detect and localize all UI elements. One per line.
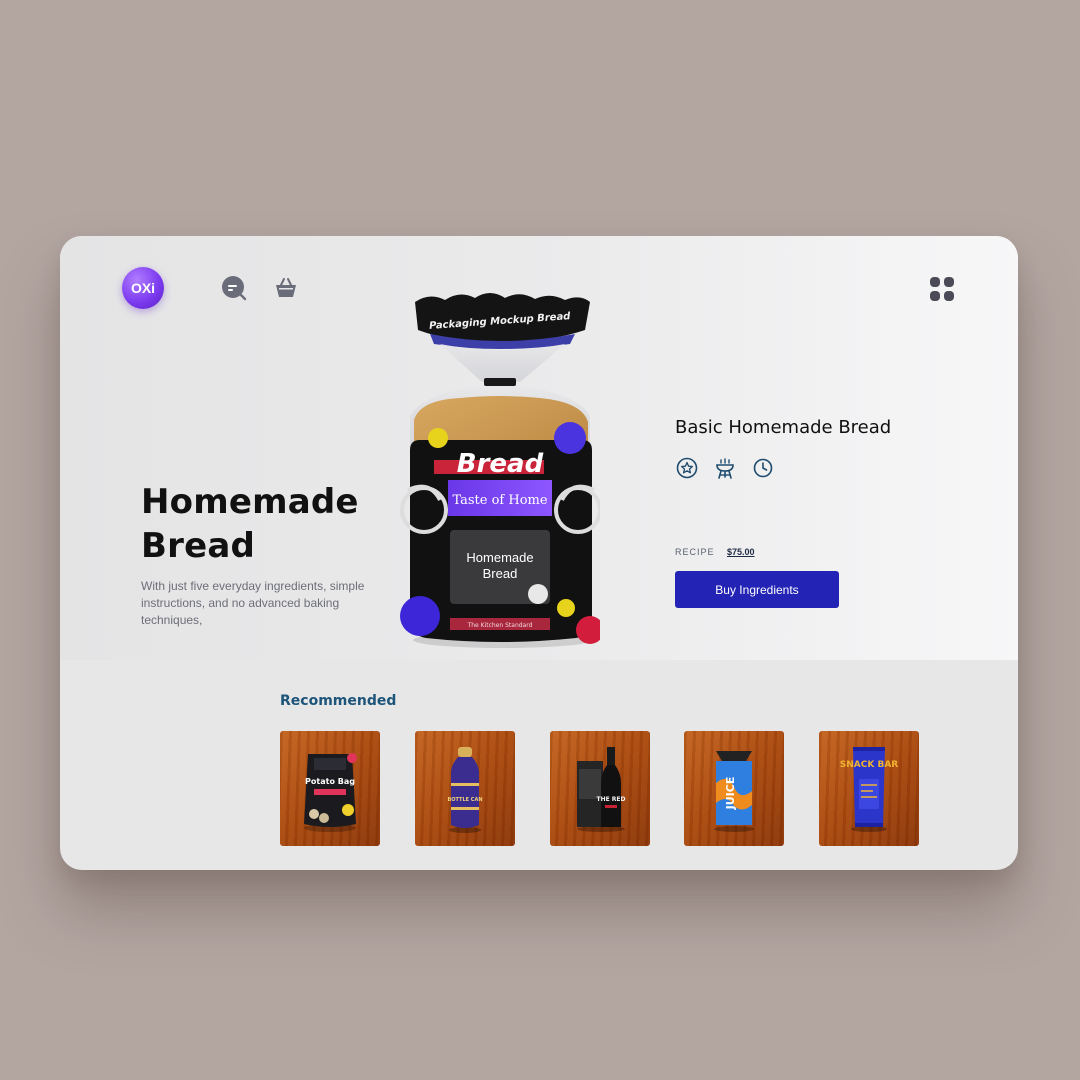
bottle-can-product-image: BOTTLE CAN: [447, 746, 483, 833]
recommended-item-potato-bag[interactable]: Potato Bag: [280, 731, 380, 846]
hero-description: With just five everyday ingredients, sim…: [141, 579, 365, 627]
logo-text: OXi: [130, 280, 156, 296]
bread-package-illustration: Packaging Mockup Bread Bread Taste of Ho…: [400, 293, 604, 648]
grid-menu-icon[interactable]: [929, 276, 955, 302]
juice-product-image: JUICE: [714, 750, 754, 832]
recommended-item-snack-bar[interactable]: SNACK BAR: [819, 731, 919, 846]
bread-package-image: Packaging Mockup Bread Bread Taste of Ho…: [400, 290, 604, 650]
juice-label: JUICE: [724, 776, 737, 810]
potato-bag-label: Potato Bag: [305, 777, 355, 786]
package-name-line2: Bread: [483, 566, 518, 581]
hero-title: Homemade Bread: [141, 480, 401, 568]
main-card: OXi Homemade Bread With just five everyd…: [60, 236, 1018, 870]
snack-bar-label: SNACK BAR: [840, 760, 899, 770]
package-brand: Bread: [457, 449, 544, 479]
bottle-can-label: BOTTLE CAN: [447, 797, 482, 803]
hero-title-line2: Bread: [141, 526, 256, 566]
the-red-label: THE RED: [596, 796, 625, 803]
the-red-product-image: THE RED: [577, 746, 626, 832]
hero-title-line1: Homemade: [141, 482, 359, 522]
recipe-label: RECIPE: [675, 547, 715, 557]
product-title: Basic Homemade Bread: [675, 417, 892, 438]
potato-bag-product-image: Potato Bag: [304, 752, 357, 832]
recommended-item-bottle-can[interactable]: BOTTLE CAN: [415, 731, 515, 846]
clock-icon[interactable]: [751, 456, 775, 480]
product-feature-icons: [675, 456, 775, 480]
grill-icon[interactable]: [713, 456, 737, 480]
price-value: $75.00: [727, 547, 755, 557]
buy-ingredients-button[interactable]: Buy Ingredients: [675, 571, 839, 608]
star-icon[interactable]: [675, 456, 699, 480]
package-tagline: Taste of Home: [452, 493, 547, 508]
snack-bar-product-image: SNACK BAR: [840, 746, 899, 832]
package-name-line1: Homemade: [466, 550, 533, 565]
basket-icon[interactable]: [274, 276, 298, 300]
recommended-item-juice[interactable]: JUICE: [684, 731, 784, 846]
recommended-item-the-red[interactable]: THE RED: [550, 731, 650, 846]
search-chat-icon[interactable]: [220, 274, 248, 302]
recommended-title: Recommended: [280, 693, 397, 709]
brand-logo[interactable]: OXi: [122, 267, 164, 309]
package-footer: The Kitchen Standard: [467, 622, 533, 629]
